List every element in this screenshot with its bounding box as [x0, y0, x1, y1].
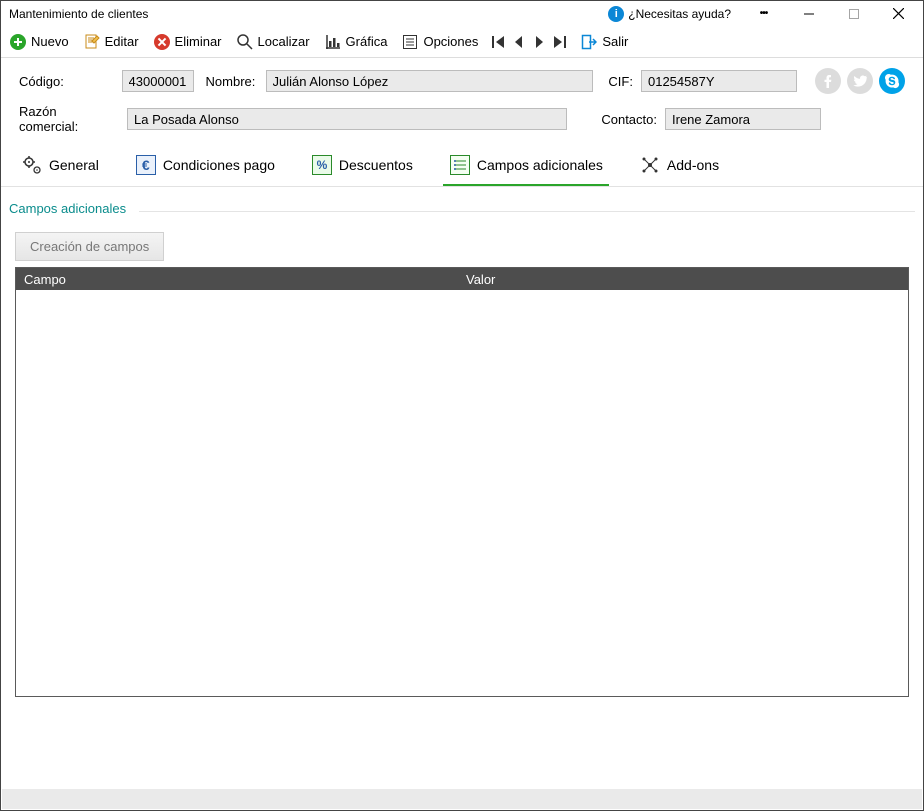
help-text: ¿Necesitas ayuda? [628, 7, 731, 21]
skype-button[interactable] [879, 68, 905, 94]
info-icon: i [608, 6, 624, 22]
minimize-icon [804, 9, 814, 19]
section-title: Campos adicionales [9, 201, 915, 220]
tab-addons[interactable]: Add-ons [633, 146, 725, 186]
facebook-icon [821, 74, 835, 88]
app-options-button[interactable]: ••• [741, 1, 786, 26]
col-valor-header[interactable]: Valor [462, 272, 908, 287]
tab-condiciones[interactable]: € Condiciones pago [129, 146, 281, 186]
options-icon [401, 33, 419, 51]
cif-input[interactable] [641, 70, 797, 92]
facebook-button[interactable] [815, 68, 841, 94]
minimize-button[interactable] [786, 1, 831, 26]
maximize-icon [849, 9, 859, 19]
euro-icon: € [135, 154, 157, 176]
close-icon [893, 8, 904, 19]
exit-icon [580, 33, 598, 51]
window-title: Mantenimiento de clientes [9, 7, 608, 21]
eliminar-button[interactable]: Eliminar [153, 33, 222, 51]
codigo-input[interactable] [122, 70, 194, 92]
edit-icon [83, 33, 101, 51]
nombre-label: Nombre: [206, 74, 258, 89]
create-fields-button[interactable]: Creación de campos [15, 232, 164, 261]
grid-body[interactable] [16, 290, 908, 696]
close-button[interactable] [876, 1, 921, 26]
grafica-button[interactable]: Gráfica [324, 33, 388, 51]
contacto-label: Contacto: [593, 112, 657, 127]
twitter-button[interactable] [847, 68, 873, 94]
tab-descuentos[interactable]: Descuentos [305, 146, 419, 186]
contacto-input[interactable] [665, 108, 821, 130]
percent-icon [311, 154, 333, 176]
maximize-button[interactable] [831, 1, 876, 26]
cif-label: CIF: [607, 74, 633, 89]
tab-descuentos-label: Descuentos [339, 157, 413, 173]
chart-icon [324, 33, 342, 51]
fields-grid: Campo Valor [15, 267, 909, 697]
razon-input[interactable] [127, 108, 567, 130]
fields-icon [449, 154, 471, 176]
razon-label: Razón comercial: [19, 104, 119, 134]
delete-icon [153, 33, 171, 51]
tab-general[interactable]: General [15, 146, 105, 186]
col-campo-header[interactable]: Campo [16, 272, 462, 287]
salir-button[interactable]: Salir [580, 33, 628, 51]
nav-first-button[interactable] [492, 35, 506, 49]
eliminar-label: Eliminar [175, 34, 222, 49]
grafica-label: Gráfica [346, 34, 388, 49]
localizar-label: Localizar [258, 34, 310, 49]
search-icon [236, 33, 254, 51]
opciones-button[interactable]: Opciones [401, 33, 478, 51]
localizar-button[interactable]: Localizar [236, 33, 310, 51]
skype-icon [884, 73, 900, 89]
nav-next-button[interactable] [532, 35, 546, 49]
tab-addons-label: Add-ons [667, 157, 719, 173]
plus-icon [9, 33, 27, 51]
status-bar [2, 789, 922, 809]
codigo-label: Código: [19, 74, 114, 89]
tab-campos-adicionales[interactable]: Campos adicionales [443, 146, 609, 186]
nav-prev-button[interactable] [512, 35, 526, 49]
nav-last-button[interactable] [552, 35, 566, 49]
gears-icon [21, 154, 43, 176]
tab-condiciones-label: Condiciones pago [163, 157, 275, 173]
dots-icon: ••• [760, 8, 768, 19]
tab-general-label: General [49, 157, 99, 173]
nuevo-button[interactable]: Nuevo [9, 33, 69, 51]
salir-label: Salir [602, 34, 628, 49]
addons-icon [639, 154, 661, 176]
opciones-label: Opciones [423, 34, 478, 49]
nuevo-label: Nuevo [31, 34, 69, 49]
tab-campos-label: Campos adicionales [477, 157, 603, 173]
editar-label: Editar [105, 34, 139, 49]
nombre-input[interactable] [266, 70, 593, 92]
help-link[interactable]: i ¿Necesitas ayuda? [608, 6, 731, 22]
editar-button[interactable]: Editar [83, 33, 139, 51]
twitter-icon [853, 74, 867, 88]
